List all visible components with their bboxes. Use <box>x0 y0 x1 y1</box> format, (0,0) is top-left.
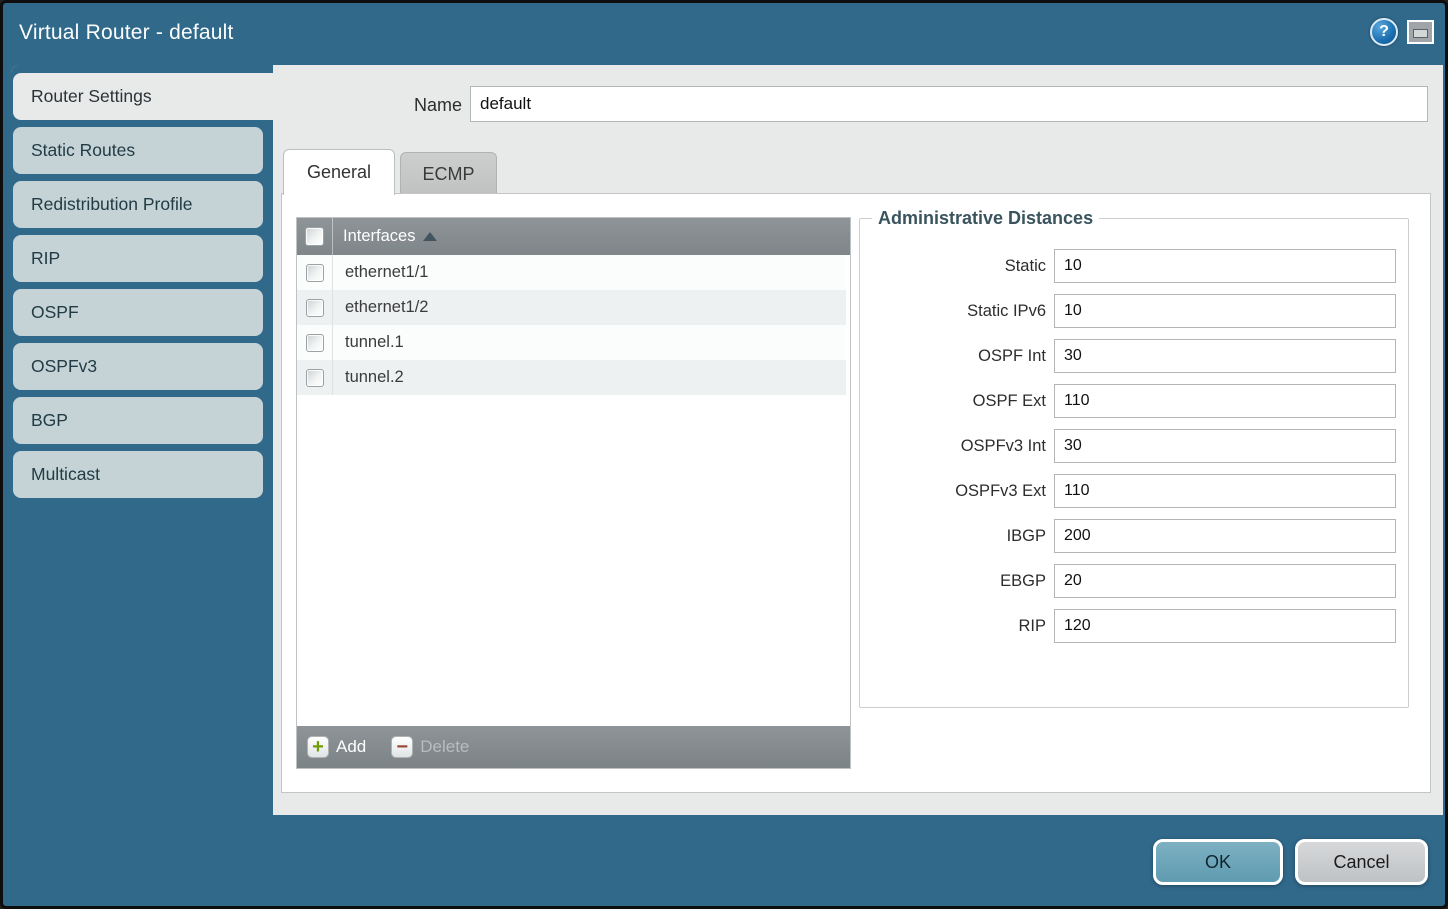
interfaces-table-footer: + Add − Delete <box>297 726 850 768</box>
sidebar-item-bgp[interactable]: BGP <box>13 397 263 444</box>
sidebar-item-static-routes[interactable]: Static Routes <box>13 127 263 174</box>
interfaces-table-header: Interfaces <box>297 218 850 255</box>
sort-ascending-icon[interactable] <box>423 232 437 241</box>
interface-name: ethernet1/2 <box>345 298 428 317</box>
row-checkbox-cell <box>297 360 333 395</box>
ospf-int-input[interactable] <box>1054 339 1396 373</box>
title-bar: Virtual Router - default ? <box>3 3 1445 65</box>
field-row-static-ipv6: Static IPv6 <box>868 294 1400 328</box>
row-checkbox-cell <box>297 255 333 290</box>
interfaces-table-body: ethernet1/1 ethernet1/2 tunnel.1 tunnel.… <box>297 255 850 395</box>
interface-name: tunnel.1 <box>345 333 404 352</box>
ospfv3-int-label: OSPFv3 Int <box>868 437 1046 456</box>
field-row-static: Static <box>868 249 1400 283</box>
row-checkbox[interactable] <box>306 264 324 282</box>
content-panel: Router Settings Static Routes Redistribu… <box>11 65 1443 815</box>
field-row-ospfv3-ext: OSPFv3 Ext <box>868 474 1400 508</box>
ibgp-label: IBGP <box>868 527 1046 546</box>
table-row[interactable]: ethernet1/2 <box>297 290 850 325</box>
tab-ecmp[interactable]: ECMP <box>400 152 497 194</box>
general-tab-panel: Interfaces ethernet1/1 ethernet1/2 tunne… <box>281 193 1431 793</box>
field-row-ospf-int: OSPF Int <box>868 339 1400 373</box>
interfaces-table: Interfaces ethernet1/1 ethernet1/2 tunne… <box>296 217 851 769</box>
sidebar-item-ospfv3[interactable]: OSPFv3 <box>13 343 263 390</box>
sidebar-tab-list: Router Settings Static Routes Redistribu… <box>13 73 273 498</box>
virtual-router-dialog: Virtual Router - default ? Router Settin… <box>0 0 1448 909</box>
ospf-ext-label: OSPF Ext <box>868 392 1046 411</box>
static-ipv6-input[interactable] <box>1054 294 1396 328</box>
ospfv3-int-input[interactable] <box>1054 429 1396 463</box>
row-checkbox-cell <box>297 325 333 360</box>
ospf-ext-input[interactable] <box>1054 384 1396 418</box>
administrative-distances-group: Administrative Distances Static Static I… <box>859 208 1409 708</box>
field-row-ospf-ext: OSPF Ext <box>868 384 1400 418</box>
table-row[interactable]: ethernet1/1 <box>297 255 850 290</box>
add-icon[interactable]: + <box>307 736 329 758</box>
add-button[interactable]: Add <box>336 737 366 757</box>
row-checkbox-cell <box>297 290 333 325</box>
sidebar-item-redistribution-profile[interactable]: Redistribution Profile <box>13 181 263 228</box>
interfaces-column-header[interactable]: Interfaces <box>343 227 415 246</box>
field-row-ibgp: IBGP <box>868 519 1400 553</box>
ebgp-input[interactable] <box>1054 564 1396 598</box>
interface-name: tunnel.2 <box>345 368 404 387</box>
table-empty-area <box>297 395 850 726</box>
row-checkbox[interactable] <box>306 334 324 352</box>
row-checkbox[interactable] <box>306 299 324 317</box>
ebgp-label: EBGP <box>868 572 1046 591</box>
sidebar-item-ospf[interactable]: OSPF <box>13 289 263 336</box>
field-row-rip: RIP <box>868 609 1400 643</box>
select-all-checkbox[interactable] <box>305 227 324 246</box>
row-checkbox[interactable] <box>306 369 324 387</box>
tab-general[interactable]: General <box>283 149 395 195</box>
sidebar-item-router-settings[interactable]: Router Settings <box>13 73 273 120</box>
cancel-button[interactable]: Cancel <box>1295 839 1428 885</box>
static-label: Static <box>868 257 1046 276</box>
sidebar: Router Settings Static Routes Redistribu… <box>11 65 273 815</box>
sidebar-item-rip[interactable]: RIP <box>13 235 263 282</box>
ospf-int-label: OSPF Int <box>868 347 1046 366</box>
select-all-cell <box>297 218 333 255</box>
dialog-title: Virtual Router - default <box>19 3 234 63</box>
static-input[interactable] <box>1054 249 1396 283</box>
sidebar-item-multicast[interactable]: Multicast <box>13 451 263 498</box>
table-row[interactable]: tunnel.2 <box>297 360 850 395</box>
help-icon[interactable]: ? <box>1370 18 1398 46</box>
interface-name: ethernet1/1 <box>345 263 428 282</box>
ok-button[interactable]: OK <box>1153 839 1283 885</box>
administrative-distances-title: Administrative Distances <box>872 208 1099 229</box>
table-row[interactable]: tunnel.1 <box>297 325 850 360</box>
static-ipv6-label: Static IPv6 <box>868 302 1046 321</box>
delete-button-disabled: Delete <box>420 737 469 757</box>
field-row-ospfv3-int: OSPFv3 Int <box>868 429 1400 463</box>
name-input[interactable] <box>470 86 1428 122</box>
window-icon-inner <box>1413 29 1428 38</box>
ospfv3-ext-input[interactable] <box>1054 474 1396 508</box>
rip-input[interactable] <box>1054 609 1396 643</box>
window-icon[interactable] <box>1407 20 1434 44</box>
field-row-ebgp: EBGP <box>868 564 1400 598</box>
ospfv3-ext-label: OSPFv3 Ext <box>868 482 1046 501</box>
ibgp-input[interactable] <box>1054 519 1396 553</box>
rip-label: RIP <box>868 617 1046 636</box>
name-label: Name <box>311 95 462 116</box>
delete-icon: − <box>391 736 413 758</box>
